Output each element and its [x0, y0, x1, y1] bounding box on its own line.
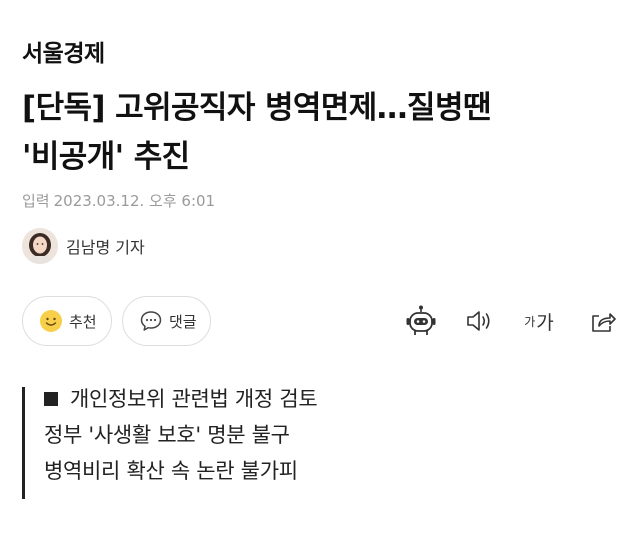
avatar-portrait-icon — [22, 228, 58, 264]
article-page: 서울경제 [단독] 고위공직자 병역면제…질병땐 '비공개' 추진 입력 2023… — [0, 0, 640, 553]
press-logo[interactable]: 서울경제 — [22, 34, 105, 68]
robot-icon — [406, 305, 436, 335]
headline-line-2: '비공개' 추진 — [22, 139, 190, 175]
recommend-button[interactable]: 추천 — [22, 296, 112, 346]
reporter-info[interactable]: 김남명 기자 — [22, 228, 145, 264]
article-dateline: 입력 2023.03.12. 오후 6:01 — [22, 190, 215, 211]
font-size-button[interactable]: 가가 — [518, 302, 560, 340]
summary-bot-button[interactable] — [402, 302, 440, 340]
summary-line-3: 병역비리 확산 속 논란 불가피 — [44, 453, 317, 489]
summary-text-1: 개인정보위 관련법 개정 검토 — [70, 387, 318, 411]
share-icon — [592, 313, 616, 332]
article-headline: [단독] 고위공직자 병역면제…질병땐 '비공개' 추진 — [22, 84, 622, 182]
summary-line-2: 정부 '사생활 보호' 명분 불구 — [44, 417, 317, 453]
article-summary: 개인정보위 관련법 개정 검토 정부 '사생활 보호' 명분 불구 병역비리 확… — [22, 387, 318, 499]
font-size-large-glyph: 가 — [536, 311, 554, 334]
audio-button[interactable] — [462, 302, 496, 340]
reporter-avatar — [22, 228, 58, 264]
summary-text-2: 정부 '사생활 보호' 명분 불구 — [44, 423, 290, 447]
summary-bullet — [44, 392, 58, 406]
summary-line-1: 개인정보위 관련법 개정 검토 — [44, 381, 318, 417]
comment-label: 댓글 — [169, 312, 197, 331]
recommend-label: 추천 — [69, 312, 97, 331]
speech-bubble-icon — [140, 311, 162, 331]
smile-icon — [40, 310, 62, 332]
date-label: 입력 — [22, 192, 50, 210]
date-value: 2023.03.12. 오후 6:01 — [53, 192, 216, 210]
reporter-name: 김남명 기자 — [66, 238, 145, 257]
comment-button[interactable]: 댓글 — [122, 296, 211, 346]
share-button[interactable] — [586, 302, 618, 340]
headline-line-1: [단독] 고위공직자 병역면제…질병땐 — [22, 90, 491, 126]
speaker-icon — [467, 311, 490, 331]
summary-text-3: 병역비리 확산 속 논란 불가피 — [44, 459, 298, 483]
font-size-small-glyph: 가 — [524, 314, 536, 329]
